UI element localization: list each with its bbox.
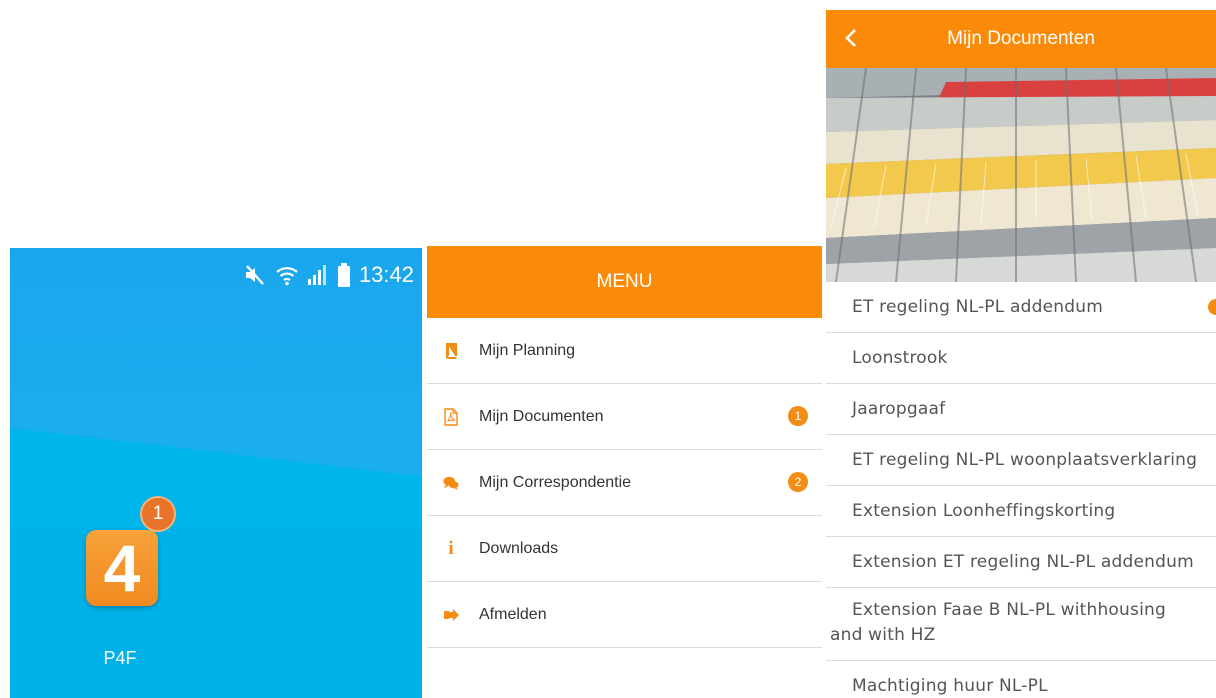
chat-bubbles-icon (443, 474, 459, 492)
document-label: Extension ET regeling NL-PL addendum (852, 552, 1194, 572)
wallpaper-shade (10, 528, 422, 698)
menu-item-afmelden[interactable]: Afmelden (427, 582, 822, 648)
menu-item-label: Mijn Planning (479, 341, 576, 359)
menu-screen: MENU Mijn Planning Mijn Documenten 1 Mij… (427, 246, 822, 698)
info-icon: i (448, 537, 454, 559)
unread-indicator (1208, 299, 1216, 315)
pdf-file-icon (443, 407, 459, 426)
correspondence-count-badge: 2 (788, 472, 808, 492)
document-item[interactable]: ET regeling NL-PL addendum (826, 282, 1216, 333)
documents-count-badge: 1 (788, 406, 808, 426)
document-item[interactable]: Machtiging huur NL-PL (826, 661, 1216, 698)
document-item[interactable]: Loonstrook (826, 333, 1216, 384)
document-item[interactable]: Extension Loonheffingskorting (826, 486, 1216, 537)
menu-item-label: Afmelden (479, 605, 547, 623)
wifi-icon (276, 267, 298, 286)
document-label: Machtiging huur NL-PL (852, 676, 1048, 696)
menu-item-label: Mijn Correspondentie (479, 473, 632, 491)
document-item[interactable]: Extension ET regeling NL-PL addendum (826, 537, 1216, 588)
menu-item-downloads[interactable]: i Downloads (427, 516, 822, 582)
documents-title: Mijn Documenten (947, 28, 1095, 49)
document-item[interactable]: ET regeling NL-PL woonplaatsverklaring (826, 435, 1216, 486)
document-label: Loonstrook (852, 348, 948, 368)
documents-header: Mijn Documenten (826, 10, 1216, 68)
status-bar: 13:42 (243, 260, 414, 290)
android-home-screen: 13:42 4 1 P4F (10, 248, 422, 698)
document-label: ET regeling NL-PL addendum (852, 297, 1103, 317)
back-chevron-icon[interactable] (840, 26, 864, 50)
document-label: Extension Loonheffingskorting (852, 501, 1116, 521)
document-label: Jaaropgaaf (852, 399, 946, 419)
documents-screen: Mijn Documenten ET regeling NL-PL addend… (826, 10, 1216, 698)
mute-icon (245, 265, 264, 285)
battery-icon (337, 263, 350, 287)
app-label[interactable]: P4F (80, 648, 160, 669)
menu-item-mijn-documenten[interactable]: Mijn Documenten 1 (427, 384, 822, 450)
menu-item-mijn-planning[interactable]: Mijn Planning (427, 318, 822, 384)
document-item[interactable]: Extension Faae B NL-PL withhousing and w… (826, 588, 1216, 661)
status-time: 13:42 (358, 262, 414, 287)
app-notification-badge: 1 (140, 496, 176, 532)
document-item[interactable]: Jaaropgaaf (826, 384, 1216, 435)
file-archive-photo (826, 68, 1216, 282)
menu-item-mijn-correspondentie[interactable]: Mijn Correspondentie 2 (427, 450, 822, 516)
signal-icon (307, 265, 326, 285)
menu-title: MENU (596, 271, 653, 292)
menu-item-label: Downloads (479, 539, 559, 557)
document-label: Extension Faae B NL-PL withhousing and w… (830, 600, 1166, 645)
p4f-app-icon[interactable]: 4 (86, 530, 158, 606)
book-icon (443, 342, 459, 360)
documents-list: ET regeling NL-PL addendum Loonstrook Ja… (826, 282, 1216, 698)
sign-out-icon (443, 606, 459, 624)
menu-header: MENU (427, 246, 822, 318)
document-label: ET regeling NL-PL woonplaatsverklaring (852, 450, 1198, 470)
menu-item-label: Mijn Documenten (479, 407, 604, 425)
app-icon-glyph: 4 (103, 531, 141, 605)
